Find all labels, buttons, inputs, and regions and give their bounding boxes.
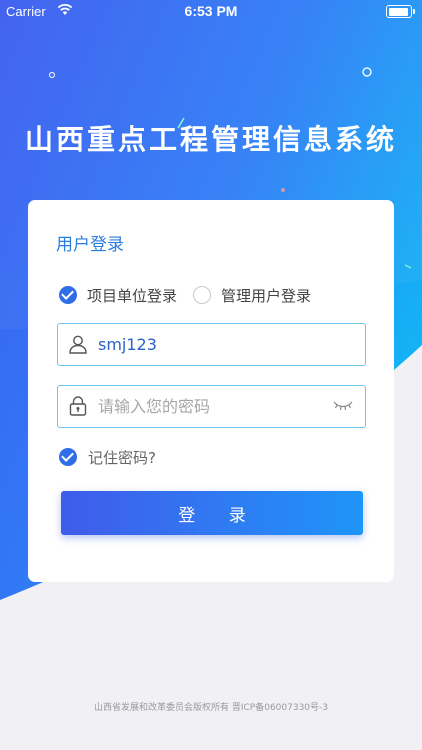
eye-closed-icon[interactable] (333, 398, 353, 412)
checked-circle-icon (59, 286, 77, 304)
password-field[interactable] (57, 385, 366, 428)
radio-label: 管理用户登录 (221, 286, 312, 305)
footer-copyright: 山西省发展和改革委员会版权所有 晋ICP备06007330号-3 (93, 703, 328, 713)
username-field[interactable] (57, 323, 366, 366)
clock: 6:53 PM (184, 3, 238, 19)
radio-project-unit-login[interactable]: 项目单位登录 (59, 284, 177, 306)
username-input[interactable] (98, 324, 318, 364)
login-card: 用户登录 项目单位登录 管理用户登录 smj123 记住密码? 登 录 (28, 200, 394, 582)
radio-label: 项目单位登录 (87, 286, 178, 305)
user-icon (69, 335, 87, 354)
login-card-title: 用户登录 (56, 235, 124, 255)
login-type-selector: 项目单位登录 管理用户登录 (59, 284, 379, 306)
lock-icon (69, 396, 87, 416)
empty-circle-icon (193, 286, 211, 304)
app-title: 山西重点工程管理信息系统 (24, 123, 397, 156)
remember-password-label: 记住密码? (88, 448, 156, 467)
radio-admin-user-login[interactable]: 管理用户登录 (193, 284, 311, 306)
checked-circle-icon (59, 448, 77, 466)
status-bar: Carrier 6:53 PM (0, 0, 422, 24)
login-button[interactable]: 登 录 (61, 491, 363, 535)
remember-password-checkbox[interactable]: 记住密码? (59, 447, 156, 467)
password-input[interactable] (98, 386, 318, 426)
battery-icon (386, 5, 415, 18)
